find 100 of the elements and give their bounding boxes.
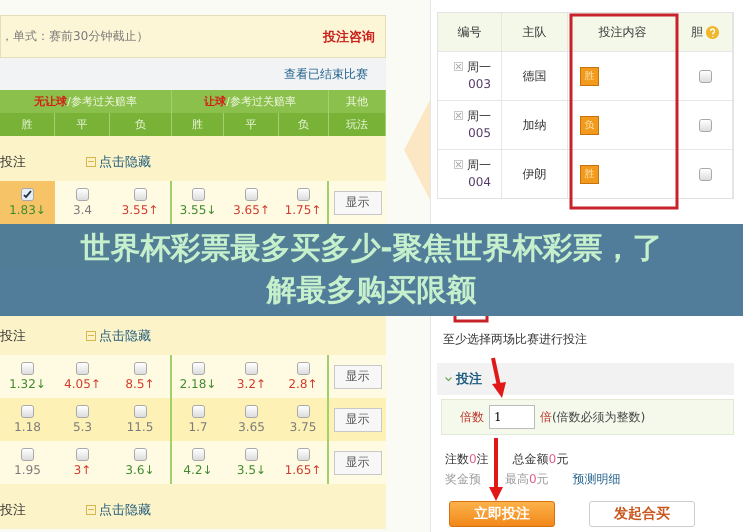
odds-value: 1.95 (14, 463, 41, 477)
checkbox[interactable] (698, 168, 712, 180)
checkbox[interactable] (192, 362, 204, 375)
odds-cell[interactable]: 3↑ (55, 441, 110, 484)
odds-value: 3.4 (72, 203, 92, 217)
deadline-text: ，单式：赛前30分钟截止） (1, 28, 148, 45)
odds-cell[interactable]: 1.32↓ (0, 355, 55, 398)
section-header[interactable]: 投注 (437, 363, 734, 395)
checkbox[interactable] (21, 448, 34, 461)
odds-value: 1.83↓ (9, 203, 46, 217)
odds-cell[interactable]: 1.7 (172, 398, 224, 441)
checkbox[interactable] (245, 405, 258, 418)
checkbox[interactable] (76, 405, 89, 418)
pick-tag: 胜 (580, 164, 599, 184)
multiplier-input[interactable]: 1 (489, 405, 535, 429)
checkbox[interactable] (245, 188, 258, 201)
odds-cell[interactable]: 4.2↓ (172, 441, 224, 484)
multiplier-note: 倍(倍数必须为整数) (540, 408, 646, 426)
checkbox[interactable] (21, 188, 34, 201)
summary-text: 注数0注 (445, 450, 489, 468)
collapse-icon (86, 330, 96, 340)
remove-icon[interactable] (454, 62, 463, 71)
multiplier-label: 倍数 (460, 408, 484, 426)
match-day: 周一 (467, 59, 491, 76)
checkbox[interactable] (134, 405, 146, 418)
betting-enquiry-link[interactable]: 投注咨询 (323, 28, 375, 46)
checkbox[interactable] (698, 118, 712, 132)
odds-cell[interactable]: 3.5↓ (224, 441, 279, 484)
hide-toggle-link[interactable]: 点击隐藏 (86, 152, 151, 170)
checkbox[interactable] (192, 405, 204, 418)
checkbox[interactable] (192, 448, 204, 461)
remove-icon[interactable] (454, 160, 463, 169)
odds-cell[interactable]: 3.65 (224, 398, 279, 441)
annotation-arrow (491, 358, 506, 398)
column-header: 主队 (502, 13, 568, 51)
match-number: 003 (468, 76, 491, 93)
odds-cell[interactable]: 3.55↓ (172, 181, 224, 224)
odds-cell[interactable]: 1.83↓ (0, 181, 55, 224)
hide-toggle-link[interactable]: 点击隐藏 (86, 500, 151, 518)
odds-value: 3↑ (74, 463, 92, 477)
collapse-icon (86, 156, 96, 166)
odds-cell[interactable]: 3.65↑ (224, 181, 279, 224)
show-button[interactable]: 显示 (334, 408, 382, 432)
hide-toggle-link[interactable]: 点击隐藏 (86, 326, 151, 344)
odds-value: 4.05↑ (64, 377, 101, 391)
checkbox[interactable] (192, 188, 204, 201)
chevron-icon (445, 376, 452, 382)
pick-tag: 胜 (580, 66, 599, 86)
checkbox[interactable] (76, 188, 89, 201)
remove-icon[interactable] (454, 111, 463, 120)
checkbox[interactable] (245, 362, 258, 375)
odds-value: 3.5↓ (236, 463, 266, 477)
odds-cell[interactable]: 1.95 (0, 441, 55, 484)
show-button[interactable]: 显示 (334, 190, 382, 214)
odds-value: 3.75 (290, 420, 316, 434)
odds-cell[interactable]: 2.18↓ (172, 355, 224, 398)
checkbox[interactable] (21, 405, 34, 418)
odds-value: 5.3 (72, 420, 92, 434)
odds-value: 3.55↑ (122, 203, 158, 217)
odds-value: 3.2↑ (236, 377, 266, 391)
ended-matches-link[interactable]: 查看已结束比赛 (284, 66, 368, 82)
odds-value: 11.5 (126, 420, 154, 434)
summary-text: 总金额0元 (512, 450, 568, 468)
checkbox[interactable] (76, 448, 89, 461)
checkbox[interactable] (296, 405, 310, 418)
checkbox[interactable] (134, 362, 146, 375)
banner-title: 世界杯彩票最多买多少-聚焦世界杯彩票，了解最多购买限额 (79, 230, 664, 310)
odds-value: 1.7 (188, 420, 208, 434)
odds-cell[interactable]: 5.3 (55, 398, 110, 441)
odds-cell[interactable]: 3.2↑ (224, 355, 279, 398)
checkbox[interactable] (21, 362, 34, 375)
checkbox[interactable] (134, 188, 146, 201)
prediction-details-link[interactable]: 预测明细 (572, 470, 621, 488)
checkbox[interactable] (296, 188, 310, 201)
match-number: 005 (468, 125, 491, 142)
help-icon[interactable] (706, 26, 719, 38)
column-header: 编号 (438, 13, 502, 51)
show-button[interactable]: 显示 (334, 450, 382, 474)
group-label: 投注 (0, 328, 26, 344)
hint-text: 至少选择两场比赛进行投注 (442, 330, 588, 348)
match-day: 周一 (467, 157, 491, 174)
checkbox[interactable] (296, 362, 310, 375)
odds-cell[interactable]: 4.05↑ (55, 355, 110, 398)
odds-value: 1.18 (14, 420, 41, 434)
odds-cell[interactable]: 1.18 (0, 398, 55, 441)
checkbox[interactable] (76, 362, 89, 375)
odds-value: 2.8↑ (288, 377, 318, 391)
prize-label: 奖金预 (445, 470, 481, 488)
odds-value: 1.75↑ (284, 203, 322, 217)
pick-tag: 负 (580, 116, 599, 134)
checkbox[interactable] (296, 448, 310, 461)
odds-value: 8.5↑ (125, 377, 155, 391)
checkbox[interactable] (698, 70, 712, 82)
show-button[interactable]: 显示 (334, 364, 382, 388)
checkbox[interactable] (245, 448, 258, 461)
annotation-arrow (489, 438, 503, 501)
odds-cell[interactable]: 3.4 (55, 181, 110, 224)
group-buy-button[interactable]: 发起合买 (589, 501, 695, 527)
checkbox[interactable] (134, 448, 146, 461)
group-label: 投注 (0, 502, 26, 518)
